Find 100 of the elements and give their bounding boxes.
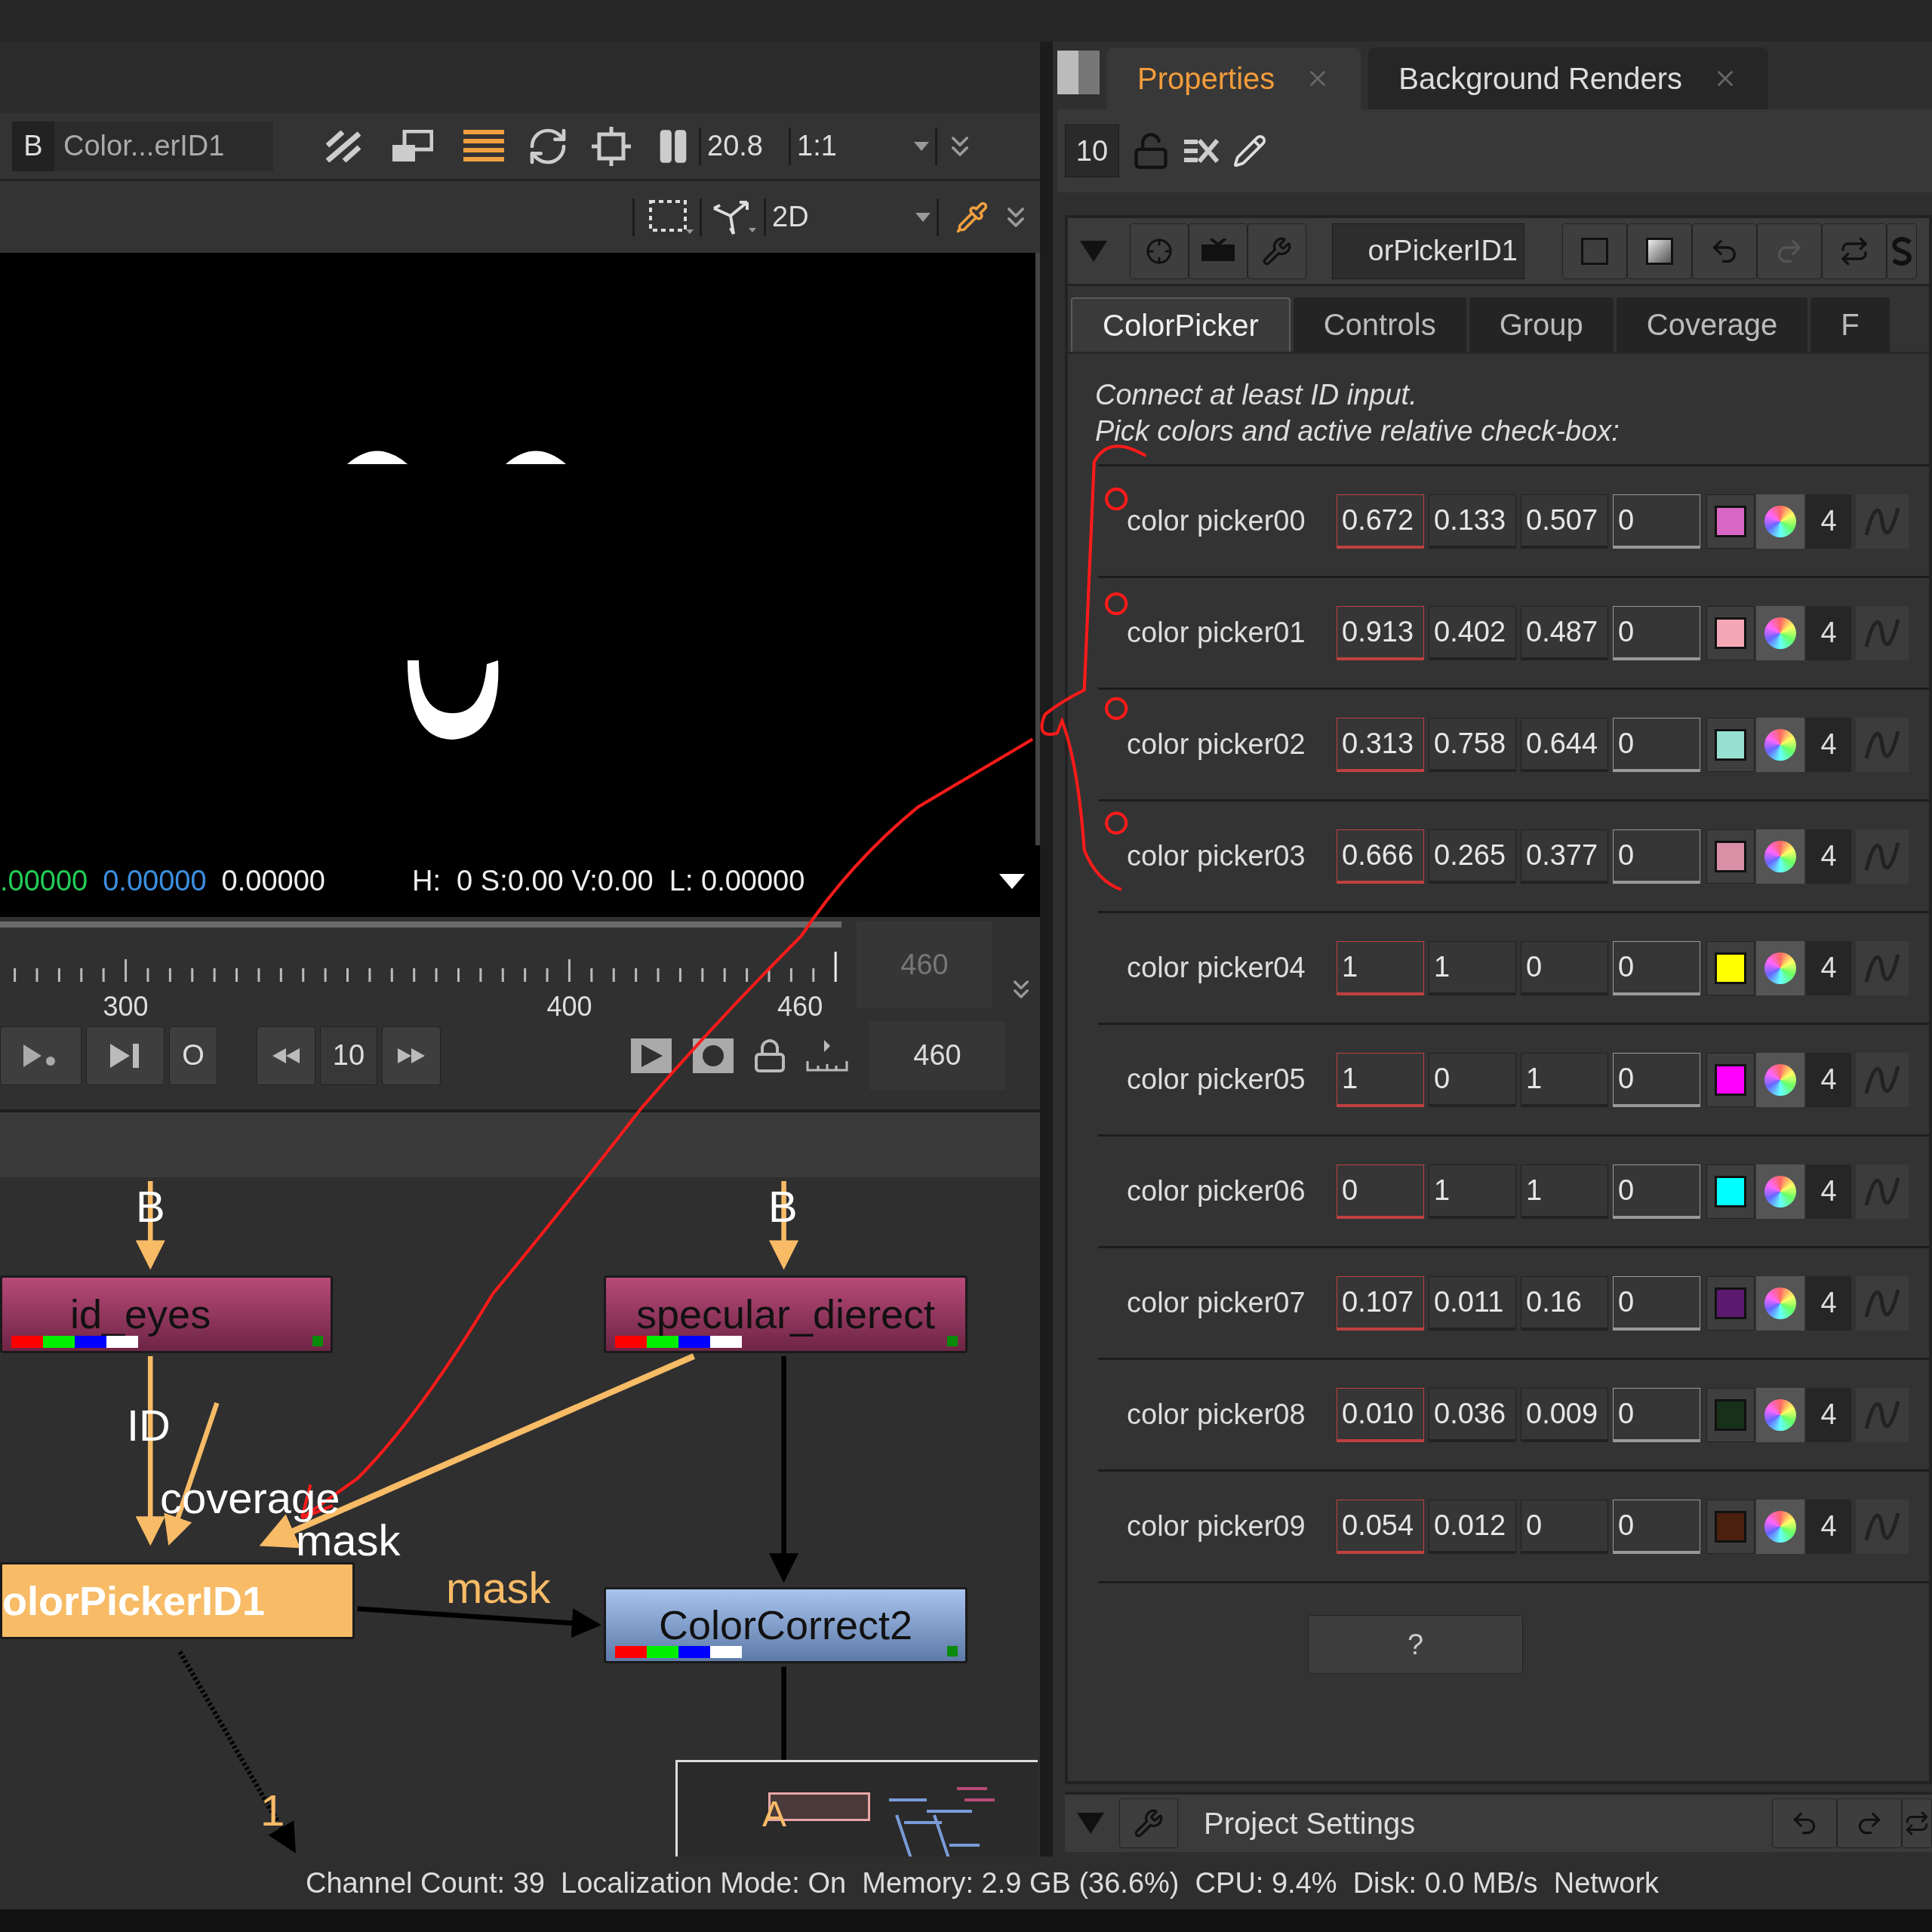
channel-value-field[interactable]: 0.107	[1337, 1275, 1424, 1331]
color-wheel-button[interactable]	[1756, 494, 1804, 549]
channel-count-field[interactable]: 4	[1806, 1499, 1851, 1554]
color-wheel-button[interactable]	[1756, 1499, 1804, 1554]
dropdown-icon[interactable]	[999, 873, 1025, 889]
node-name-field[interactable]: orPickerID1	[1332, 223, 1524, 279]
channel-count-field[interactable]: 4	[1806, 829, 1851, 884]
channel-value-field[interactable]: 0.672	[1337, 494, 1424, 549]
end-frame-field[interactable]: 460	[869, 1021, 1005, 1090]
panel-tab[interactable]: Properties	[1107, 48, 1361, 109]
channel-value-field[interactable]: 0.010	[1337, 1387, 1424, 1442]
channel-value-field[interactable]: 0.054	[1337, 1499, 1424, 1554]
channel-count-field[interactable]: 4	[1806, 605, 1851, 660]
channel-value-field[interactable]: 1	[1429, 1164, 1516, 1219]
channel-value-field[interactable]: 0	[1613, 717, 1700, 772]
channel-value-field[interactable]: 1	[1521, 1164, 1608, 1219]
panel-tab[interactable]: Background Renders	[1368, 48, 1769, 109]
channel-value-field[interactable]: 0	[1613, 829, 1700, 884]
channel-value-field[interactable]: 1	[1429, 940, 1516, 995]
color-swatch[interactable]	[1715, 617, 1746, 649]
max-panels-field[interactable]: 10	[1065, 125, 1119, 177]
lines-icon[interactable]	[463, 128, 504, 164]
selection-rect-icon[interactable]	[648, 198, 694, 235]
channel-value-field[interactable]: 0	[1613, 1275, 1700, 1331]
channel-value-field[interactable]: 0.487	[1521, 605, 1608, 660]
channel-value-field[interactable]: 0	[1613, 940, 1700, 995]
channel-value-field[interactable]: 0	[1613, 1387, 1700, 1442]
color-swatch[interactable]	[1715, 1398, 1746, 1431]
color-swatch[interactable]	[1715, 1175, 1746, 1208]
color-swatch[interactable]	[1715, 728, 1746, 761]
color-swatch[interactable]	[1715, 840, 1746, 872]
channel-value-field[interactable]: 0.133	[1429, 494, 1516, 549]
channel-value-field[interactable]: 0.507	[1521, 494, 1608, 549]
eyedropper-icon[interactable]	[955, 200, 989, 234]
channel-value-field[interactable]: 0.913	[1337, 605, 1424, 660]
color-wheel-button[interactable]	[1756, 1164, 1804, 1219]
channel-value-field[interactable]: 0.758	[1429, 717, 1516, 772]
ratio-dropdown[interactable]: 1:1	[797, 125, 929, 168]
channel-value-field[interactable]: 0.377	[1521, 829, 1608, 884]
channel-count-field[interactable]: 4	[1806, 1275, 1851, 1331]
channel-value-field[interactable]: 0.012	[1429, 1499, 1516, 1554]
channel-value-field[interactable]: 0	[1613, 605, 1700, 660]
channel-value-field[interactable]: 0	[1521, 1499, 1608, 1554]
color-wheel-button[interactable]	[1756, 1052, 1804, 1107]
graph-node[interactable]: ColorCorrect2	[604, 1587, 968, 1663]
color-swatch[interactable]	[1715, 1063, 1746, 1096]
channel-value-field[interactable]: 0.666	[1337, 829, 1424, 884]
channel-count-field[interactable]: 4	[1806, 1164, 1851, 1219]
color-wheel-button[interactable]	[1756, 605, 1804, 660]
ruler-icon[interactable]	[806, 1038, 848, 1073]
channel-count-field[interactable]: 4	[1806, 1052, 1851, 1107]
hatch-icon[interactable]	[326, 130, 361, 162]
section-tab[interactable]: ColorPicker	[1071, 297, 1291, 352]
input-selector[interactable]: B	[12, 121, 54, 171]
channel-count-field[interactable]: 4	[1806, 494, 1851, 549]
color-swatch[interactable]	[1715, 1510, 1746, 1543]
color-wheel-button[interactable]	[1756, 1387, 1804, 1442]
zoom-field[interactable]: 20.8	[707, 125, 783, 168]
crop-icon[interactable]	[592, 126, 631, 166]
node-color-button[interactable]	[1627, 223, 1692, 279]
channel-value-field[interactable]: 0.011	[1429, 1275, 1516, 1331]
color-wheel-button[interactable]	[1756, 829, 1804, 884]
color-wheel-button[interactable]	[1756, 717, 1804, 772]
section-tab[interactable]: F	[1810, 297, 1890, 352]
play-to-marker-button[interactable]	[0, 1026, 82, 1085]
step-forward-button[interactable]	[382, 1026, 441, 1085]
color-wheel-button[interactable]	[1756, 940, 1804, 995]
view-mode-dropdown[interactable]: 2D	[772, 195, 931, 238]
channel-value-field[interactable]: 0.16	[1521, 1275, 1608, 1331]
channel-value-field[interactable]: 1	[1521, 1052, 1608, 1107]
channel-value-field[interactable]: 0.265	[1429, 829, 1516, 884]
channel-value-field[interactable]: 0	[1613, 1164, 1700, 1219]
step-field[interactable]: 10	[320, 1026, 377, 1085]
skip-end-button[interactable]	[86, 1026, 165, 1085]
color-wheel-button[interactable]	[1756, 1275, 1804, 1331]
color-swatch[interactable]	[1715, 952, 1746, 984]
channel-value-field[interactable]: 0	[1613, 494, 1700, 549]
channel-value-field[interactable]: 0	[1337, 1164, 1424, 1219]
step-back-button[interactable]	[257, 1026, 315, 1085]
help-button[interactable]: ?	[1308, 1615, 1523, 1674]
pencil-icon[interactable]	[1232, 134, 1267, 168]
channel-value-field[interactable]: 0	[1429, 1052, 1516, 1107]
channel-value-field[interactable]: 0.009	[1521, 1387, 1608, 1442]
channel-value-field[interactable]: 0.402	[1429, 605, 1516, 660]
channel-value-field[interactable]: 0	[1613, 1499, 1700, 1554]
mode-button[interactable]: O	[169, 1026, 217, 1085]
node-color-button[interactable]	[1562, 223, 1627, 279]
view-node-button[interactable]	[1130, 223, 1189, 279]
windows-icon[interactable]	[391, 129, 433, 163]
section-tab[interactable]: Controls	[1293, 297, 1466, 352]
channel-value-field[interactable]: 0.644	[1521, 717, 1608, 772]
channel-value-field[interactable]: 0	[1613, 1052, 1700, 1107]
section-tab[interactable]: Group	[1469, 297, 1614, 352]
channel-value-field[interactable]: 0.036	[1429, 1387, 1516, 1442]
record-icon[interactable]	[693, 1038, 734, 1073]
play-icon[interactable]	[631, 1038, 672, 1073]
color-swatch[interactable]	[1715, 1287, 1746, 1319]
channel-value-field[interactable]: 1	[1337, 1052, 1424, 1107]
color-swatch[interactable]	[1715, 505, 1746, 537]
channel-value-field[interactable]: 0	[1521, 940, 1608, 995]
